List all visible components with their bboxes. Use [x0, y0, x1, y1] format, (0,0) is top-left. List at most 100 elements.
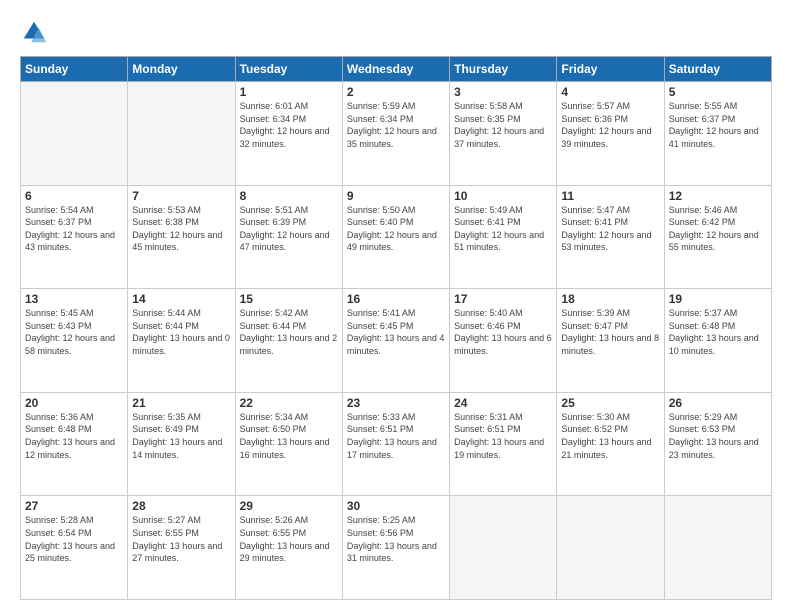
calendar-cell: 26Sunrise: 5:29 AM Sunset: 6:53 PM Dayli…: [664, 392, 771, 496]
day-number: 22: [240, 396, 338, 410]
day-info: Sunrise: 5:33 AM Sunset: 6:51 PM Dayligh…: [347, 411, 445, 461]
calendar-cell: 16Sunrise: 5:41 AM Sunset: 6:45 PM Dayli…: [342, 289, 449, 393]
day-number: 7: [132, 189, 230, 203]
day-number: 12: [669, 189, 767, 203]
day-info: Sunrise: 5:27 AM Sunset: 6:55 PM Dayligh…: [132, 514, 230, 564]
calendar-week-4: 27Sunrise: 5:28 AM Sunset: 6:54 PM Dayli…: [21, 496, 772, 600]
calendar-week-1: 6Sunrise: 5:54 AM Sunset: 6:37 PM Daylig…: [21, 185, 772, 289]
day-info: Sunrise: 5:34 AM Sunset: 6:50 PM Dayligh…: [240, 411, 338, 461]
weekday-header-wednesday: Wednesday: [342, 57, 449, 82]
logo: [20, 18, 52, 46]
calendar-week-2: 13Sunrise: 5:45 AM Sunset: 6:43 PM Dayli…: [21, 289, 772, 393]
day-info: Sunrise: 5:54 AM Sunset: 6:37 PM Dayligh…: [25, 204, 123, 254]
day-number: 23: [347, 396, 445, 410]
page: SundayMondayTuesdayWednesdayThursdayFrid…: [0, 0, 792, 612]
weekday-header-tuesday: Tuesday: [235, 57, 342, 82]
weekday-header-thursday: Thursday: [450, 57, 557, 82]
day-number: 24: [454, 396, 552, 410]
day-info: Sunrise: 6:01 AM Sunset: 6:34 PM Dayligh…: [240, 100, 338, 150]
calendar-cell: 29Sunrise: 5:26 AM Sunset: 6:55 PM Dayli…: [235, 496, 342, 600]
day-number: 2: [347, 85, 445, 99]
calendar-cell: 19Sunrise: 5:37 AM Sunset: 6:48 PM Dayli…: [664, 289, 771, 393]
day-info: Sunrise: 5:55 AM Sunset: 6:37 PM Dayligh…: [669, 100, 767, 150]
day-number: 4: [561, 85, 659, 99]
day-number: 25: [561, 396, 659, 410]
calendar-cell: 30Sunrise: 5:25 AM Sunset: 6:56 PM Dayli…: [342, 496, 449, 600]
weekday-header-sunday: Sunday: [21, 57, 128, 82]
day-info: Sunrise: 5:40 AM Sunset: 6:46 PM Dayligh…: [454, 307, 552, 357]
day-info: Sunrise: 5:46 AM Sunset: 6:42 PM Dayligh…: [669, 204, 767, 254]
weekday-header-row: SundayMondayTuesdayWednesdayThursdayFrid…: [21, 57, 772, 82]
calendar-table: SundayMondayTuesdayWednesdayThursdayFrid…: [20, 56, 772, 600]
day-number: 27: [25, 499, 123, 513]
calendar-cell: 23Sunrise: 5:33 AM Sunset: 6:51 PM Dayli…: [342, 392, 449, 496]
day-info: Sunrise: 5:57 AM Sunset: 6:36 PM Dayligh…: [561, 100, 659, 150]
calendar-cell: [128, 82, 235, 186]
day-number: 8: [240, 189, 338, 203]
calendar-cell: 14Sunrise: 5:44 AM Sunset: 6:44 PM Dayli…: [128, 289, 235, 393]
day-info: Sunrise: 5:53 AM Sunset: 6:38 PM Dayligh…: [132, 204, 230, 254]
day-number: 15: [240, 292, 338, 306]
calendar-cell: 20Sunrise: 5:36 AM Sunset: 6:48 PM Dayli…: [21, 392, 128, 496]
day-number: 18: [561, 292, 659, 306]
logo-icon: [20, 18, 48, 46]
calendar-cell: 25Sunrise: 5:30 AM Sunset: 6:52 PM Dayli…: [557, 392, 664, 496]
calendar-cell: 7Sunrise: 5:53 AM Sunset: 6:38 PM Daylig…: [128, 185, 235, 289]
day-info: Sunrise: 5:30 AM Sunset: 6:52 PM Dayligh…: [561, 411, 659, 461]
calendar-cell: 3Sunrise: 5:58 AM Sunset: 6:35 PM Daylig…: [450, 82, 557, 186]
calendar-cell: 22Sunrise: 5:34 AM Sunset: 6:50 PM Dayli…: [235, 392, 342, 496]
calendar-cell: 17Sunrise: 5:40 AM Sunset: 6:46 PM Dayli…: [450, 289, 557, 393]
calendar-cell: 4Sunrise: 5:57 AM Sunset: 6:36 PM Daylig…: [557, 82, 664, 186]
day-number: 16: [347, 292, 445, 306]
day-number: 30: [347, 499, 445, 513]
calendar-cell: [557, 496, 664, 600]
day-info: Sunrise: 5:37 AM Sunset: 6:48 PM Dayligh…: [669, 307, 767, 357]
day-info: Sunrise: 5:31 AM Sunset: 6:51 PM Dayligh…: [454, 411, 552, 461]
day-number: 19: [669, 292, 767, 306]
day-info: Sunrise: 5:41 AM Sunset: 6:45 PM Dayligh…: [347, 307, 445, 357]
calendar-cell: 18Sunrise: 5:39 AM Sunset: 6:47 PM Dayli…: [557, 289, 664, 393]
calendar-cell: 8Sunrise: 5:51 AM Sunset: 6:39 PM Daylig…: [235, 185, 342, 289]
weekday-header-monday: Monday: [128, 57, 235, 82]
calendar-cell: 11Sunrise: 5:47 AM Sunset: 6:41 PM Dayli…: [557, 185, 664, 289]
day-info: Sunrise: 5:35 AM Sunset: 6:49 PM Dayligh…: [132, 411, 230, 461]
day-number: 26: [669, 396, 767, 410]
day-number: 20: [25, 396, 123, 410]
calendar-cell: [21, 82, 128, 186]
day-number: 6: [25, 189, 123, 203]
day-number: 17: [454, 292, 552, 306]
day-info: Sunrise: 5:25 AM Sunset: 6:56 PM Dayligh…: [347, 514, 445, 564]
day-info: Sunrise: 5:49 AM Sunset: 6:41 PM Dayligh…: [454, 204, 552, 254]
calendar-week-0: 1Sunrise: 6:01 AM Sunset: 6:34 PM Daylig…: [21, 82, 772, 186]
day-number: 13: [25, 292, 123, 306]
day-info: Sunrise: 5:47 AM Sunset: 6:41 PM Dayligh…: [561, 204, 659, 254]
calendar-cell: 1Sunrise: 6:01 AM Sunset: 6:34 PM Daylig…: [235, 82, 342, 186]
day-number: 28: [132, 499, 230, 513]
day-info: Sunrise: 5:39 AM Sunset: 6:47 PM Dayligh…: [561, 307, 659, 357]
calendar-cell: 12Sunrise: 5:46 AM Sunset: 6:42 PM Dayli…: [664, 185, 771, 289]
day-number: 5: [669, 85, 767, 99]
calendar-body: 1Sunrise: 6:01 AM Sunset: 6:34 PM Daylig…: [21, 82, 772, 600]
day-info: Sunrise: 5:28 AM Sunset: 6:54 PM Dayligh…: [25, 514, 123, 564]
calendar-cell: 6Sunrise: 5:54 AM Sunset: 6:37 PM Daylig…: [21, 185, 128, 289]
calendar-cell: 21Sunrise: 5:35 AM Sunset: 6:49 PM Dayli…: [128, 392, 235, 496]
weekday-header-friday: Friday: [557, 57, 664, 82]
calendar-cell: 5Sunrise: 5:55 AM Sunset: 6:37 PM Daylig…: [664, 82, 771, 186]
calendar-cell: 24Sunrise: 5:31 AM Sunset: 6:51 PM Dayli…: [450, 392, 557, 496]
calendar-week-3: 20Sunrise: 5:36 AM Sunset: 6:48 PM Dayli…: [21, 392, 772, 496]
calendar-cell: 15Sunrise: 5:42 AM Sunset: 6:44 PM Dayli…: [235, 289, 342, 393]
calendar-cell: 13Sunrise: 5:45 AM Sunset: 6:43 PM Dayli…: [21, 289, 128, 393]
day-number: 11: [561, 189, 659, 203]
day-number: 9: [347, 189, 445, 203]
calendar-cell: [450, 496, 557, 600]
day-info: Sunrise: 5:50 AM Sunset: 6:40 PM Dayligh…: [347, 204, 445, 254]
calendar-cell: 9Sunrise: 5:50 AM Sunset: 6:40 PM Daylig…: [342, 185, 449, 289]
day-number: 14: [132, 292, 230, 306]
day-info: Sunrise: 5:45 AM Sunset: 6:43 PM Dayligh…: [25, 307, 123, 357]
calendar-cell: 10Sunrise: 5:49 AM Sunset: 6:41 PM Dayli…: [450, 185, 557, 289]
calendar-cell: [664, 496, 771, 600]
day-number: 3: [454, 85, 552, 99]
calendar-cell: 28Sunrise: 5:27 AM Sunset: 6:55 PM Dayli…: [128, 496, 235, 600]
day-info: Sunrise: 5:58 AM Sunset: 6:35 PM Dayligh…: [454, 100, 552, 150]
day-info: Sunrise: 5:29 AM Sunset: 6:53 PM Dayligh…: [669, 411, 767, 461]
